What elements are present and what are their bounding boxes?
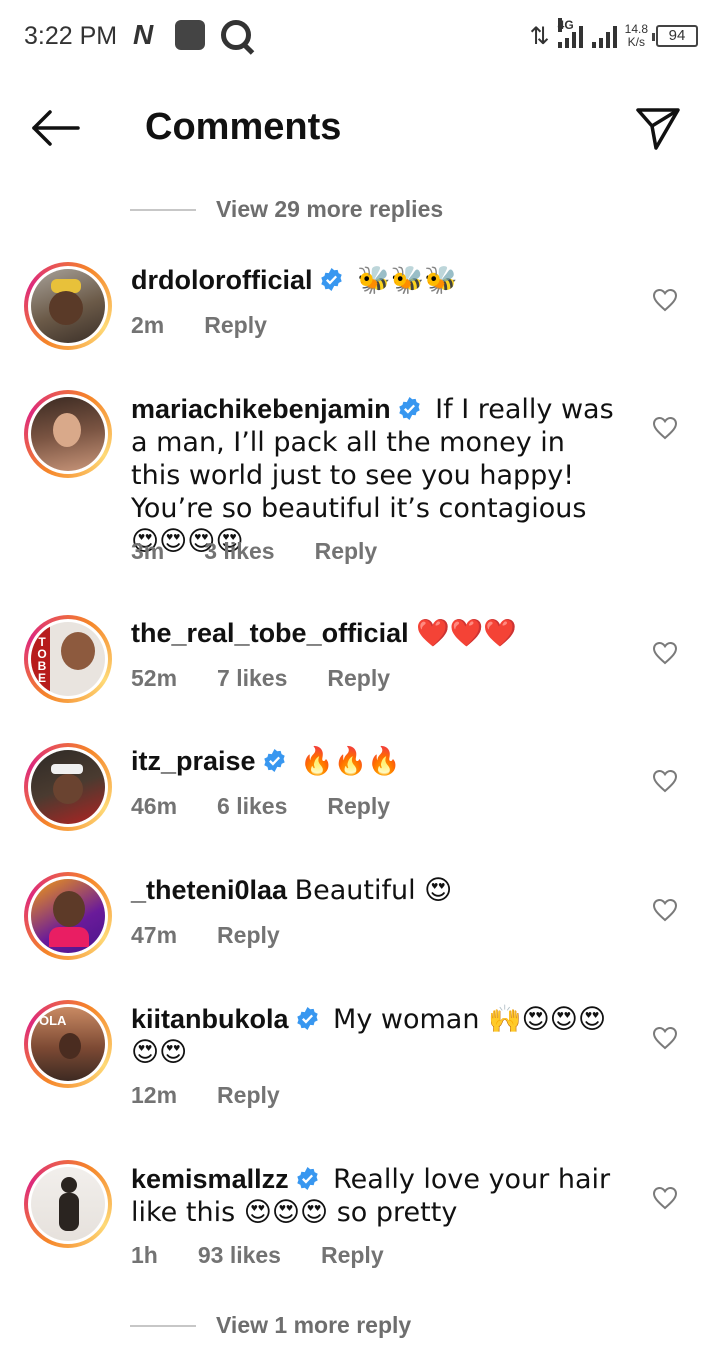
comment-time: 12m <box>131 1082 178 1108</box>
verified-badge-icon <box>296 1007 318 1030</box>
notification-search-icon <box>221 20 251 50</box>
page-title: Comments <box>145 106 342 148</box>
view-more-label: View 29 more replies <box>216 196 444 222</box>
comment-text: 🐝🐝🐝 <box>357 265 458 296</box>
likes-count[interactable]: 6 likes <box>217 793 287 820</box>
comment-time: 52m <box>131 665 178 691</box>
comment-time: 2m <box>131 312 165 338</box>
username[interactable]: _theteni0laa <box>131 875 287 905</box>
comment-body: mariachikebenjamin If I really was a man… <box>131 393 621 558</box>
like-heart-icon[interactable] <box>652 898 678 922</box>
verified-badge-icon <box>320 268 342 291</box>
like-heart-icon[interactable] <box>652 641 678 665</box>
reply-button[interactable]: Reply <box>327 793 390 820</box>
verified-badge-icon <box>263 749 285 772</box>
comment-meta: 12m Reply <box>131 1082 280 1109</box>
view-more-replies-top[interactable]: View 29 more replies <box>130 196 443 223</box>
likes-count[interactable]: 93 likes <box>198 1242 281 1269</box>
like-heart-icon[interactable] <box>652 288 678 312</box>
comment-text: 🔥🔥🔥 <box>300 746 401 777</box>
network-speed: 14.8 K/s <box>625 23 648 49</box>
view-more-replies-bottom[interactable]: View 1 more reply <box>130 1312 411 1339</box>
comment-meta: 52m 7 likes Reply <box>131 665 390 692</box>
comment-time: 46m <box>131 793 178 819</box>
arrow-left-icon[interactable] <box>30 106 80 150</box>
comment-meta: 2m Reply <box>131 312 267 339</box>
comment-body: kemismallzz Really love your hair like t… <box>131 1163 621 1229</box>
status-bar: 3:22 PM N ⇅ 4G 14.8 K/s 94 <box>0 0 720 72</box>
reply-button[interactable]: Reply <box>321 1242 384 1269</box>
like-heart-icon[interactable] <box>652 416 678 440</box>
username[interactable]: drdolorofficial <box>131 265 313 295</box>
comment-meta: 3m 3 likes Reply <box>131 538 377 565</box>
comment-meta: 1h 93 likes Reply <box>131 1242 384 1269</box>
reply-button[interactable]: Reply <box>315 538 378 565</box>
likes-count[interactable]: 7 likes <box>217 665 287 692</box>
notification-n-icon: N <box>133 19 154 50</box>
username[interactable]: mariachikebenjamin <box>131 394 391 424</box>
avatar[interactable] <box>24 390 112 478</box>
avatar[interactable] <box>24 262 112 350</box>
status-time: 3:22 PM <box>24 22 118 50</box>
avatar-logo: TOBE <box>37 635 47 685</box>
divider <box>130 1324 196 1327</box>
comment-text: Beautiful 😍 <box>294 875 453 906</box>
like-heart-icon[interactable] <box>652 1026 678 1050</box>
signal-icon: 4G <box>557 18 617 48</box>
comment-time: 3m <box>131 538 165 564</box>
like-heart-icon[interactable] <box>652 769 678 793</box>
battery-icon: 94 <box>652 25 698 47</box>
reply-button[interactable]: Reply <box>327 665 390 692</box>
speed-unit: K/s <box>627 35 645 49</box>
avatar[interactable] <box>24 743 112 831</box>
comment-body: kiitanbukola My woman 🙌😍😍😍😍😍 <box>131 1003 621 1069</box>
avatar[interactable] <box>24 872 112 960</box>
send-icon[interactable] <box>634 104 682 152</box>
like-heart-icon[interactable] <box>652 1186 678 1210</box>
comment-body: the_real_tobe_official ❤️❤️❤️ <box>131 617 621 650</box>
username[interactable]: kiitanbukola <box>131 1004 289 1034</box>
likes-count[interactable]: 3 likes <box>204 538 274 565</box>
avatar[interactable]: OLA <box>24 1000 112 1088</box>
username[interactable]: the_real_tobe_official <box>131 618 409 648</box>
network-type: 4G <box>557 18 574 32</box>
comment-body: drdolorofficial 🐝🐝🐝 <box>131 264 621 297</box>
verified-badge-icon <box>398 397 420 420</box>
comment-meta: 46m 6 likes Reply <box>131 793 390 820</box>
reply-button[interactable]: Reply <box>204 312 267 339</box>
comment-time: 47m <box>131 922 178 948</box>
divider <box>130 208 196 211</box>
status-right: ⇅ 4G 14.8 K/s 94 <box>530 16 698 56</box>
avatar[interactable]: TOBE <box>24 615 112 703</box>
avatar[interactable] <box>24 1160 112 1248</box>
avatar-logo: OLA <box>39 1013 67 1028</box>
comment-time: 1h <box>131 1242 158 1268</box>
view-more-label: View 1 more reply <box>216 1312 412 1338</box>
data-transfer-icon: ⇅ <box>529 22 550 50</box>
comment-text: ❤️❤️❤️ <box>416 618 517 649</box>
header: Comments <box>0 88 720 168</box>
comment-body: itz_praise 🔥🔥🔥 <box>131 745 621 778</box>
notification-app-icon <box>175 20 205 50</box>
verified-badge-icon <box>296 1167 318 1190</box>
reply-button[interactable]: Reply <box>217 1082 280 1109</box>
comment-meta: 47m Reply <box>131 922 280 949</box>
username[interactable]: itz_praise <box>131 746 256 776</box>
comment-body: _theteni0laa Beautiful 😍 <box>131 874 621 907</box>
username[interactable]: kemismallzz <box>131 1164 289 1194</box>
reply-button[interactable]: Reply <box>217 922 280 949</box>
